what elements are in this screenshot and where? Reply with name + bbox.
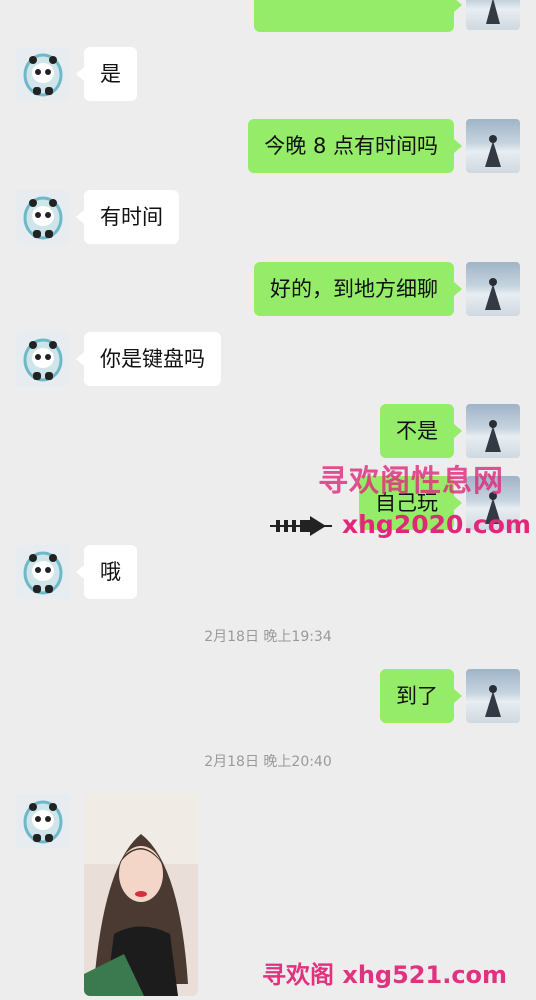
panda-mascot-icon — [23, 551, 63, 595]
message-bubble[interactable]: 是 — [76, 47, 137, 101]
message-bubble[interactable]: 好的，到地方细聊 — [254, 262, 462, 316]
my-avatar[interactable] — [466, 119, 520, 173]
snow-landscape-icon — [485, 135, 501, 167]
snow-landscape-icon — [485, 278, 501, 310]
snow-landscape-icon — [485, 420, 501, 452]
message-bubble[interactable]: 不是 — [380, 404, 462, 458]
watermark-site-title: 寻欢阁性息网 — [318, 464, 504, 499]
timestamp: 2月18日 晚上20:40 — [204, 754, 332, 770]
contact-avatar[interactable] — [16, 545, 70, 599]
contact-avatar[interactable] — [16, 190, 70, 244]
panda-mascot-icon — [23, 800, 63, 844]
contact-avatar[interactable] — [16, 332, 70, 386]
my-avatar[interactable] — [466, 262, 520, 316]
woman-selfie-photo-icon — [84, 794, 198, 996]
watermark-bottom: 寻欢阁 xhg521.com — [262, 961, 508, 989]
contact-avatar[interactable] — [16, 794, 70, 848]
watermark-url: xhg2020.com — [342, 510, 531, 539]
message-bubble[interactable]: 到了 — [380, 669, 462, 723]
my-avatar[interactable] — [466, 0, 520, 30]
panda-mascot-icon — [23, 338, 63, 382]
panda-mascot-icon — [23, 196, 63, 240]
panda-mascot-icon — [23, 53, 63, 97]
chat-message-list[interactable]: 是 今晚 8 点有时间吗 有时间 好的，到地方细聊 你是键盘吗 不是 自己玩 哦… — [0, 0, 536, 1000]
message-bubble[interactable]: 今晚 8 点有时间吗 — [248, 119, 462, 173]
my-avatar[interactable] — [466, 404, 520, 458]
message-bubble-partial[interactable] — [254, 0, 462, 32]
message-bubble[interactable]: 你是键盘吗 — [76, 332, 221, 386]
arrow-right-icon — [270, 516, 332, 536]
snow-landscape-icon — [485, 685, 501, 717]
my-avatar[interactable] — [466, 669, 520, 723]
message-bubble[interactable]: 有时间 — [76, 190, 179, 244]
timestamp: 2月18日 晚上19:34 — [204, 629, 332, 645]
snow-landscape-icon — [486, 0, 500, 24]
message-bubble[interactable]: 哦 — [76, 545, 137, 599]
contact-avatar[interactable] — [16, 47, 70, 101]
photo-message[interactable] — [84, 794, 198, 996]
